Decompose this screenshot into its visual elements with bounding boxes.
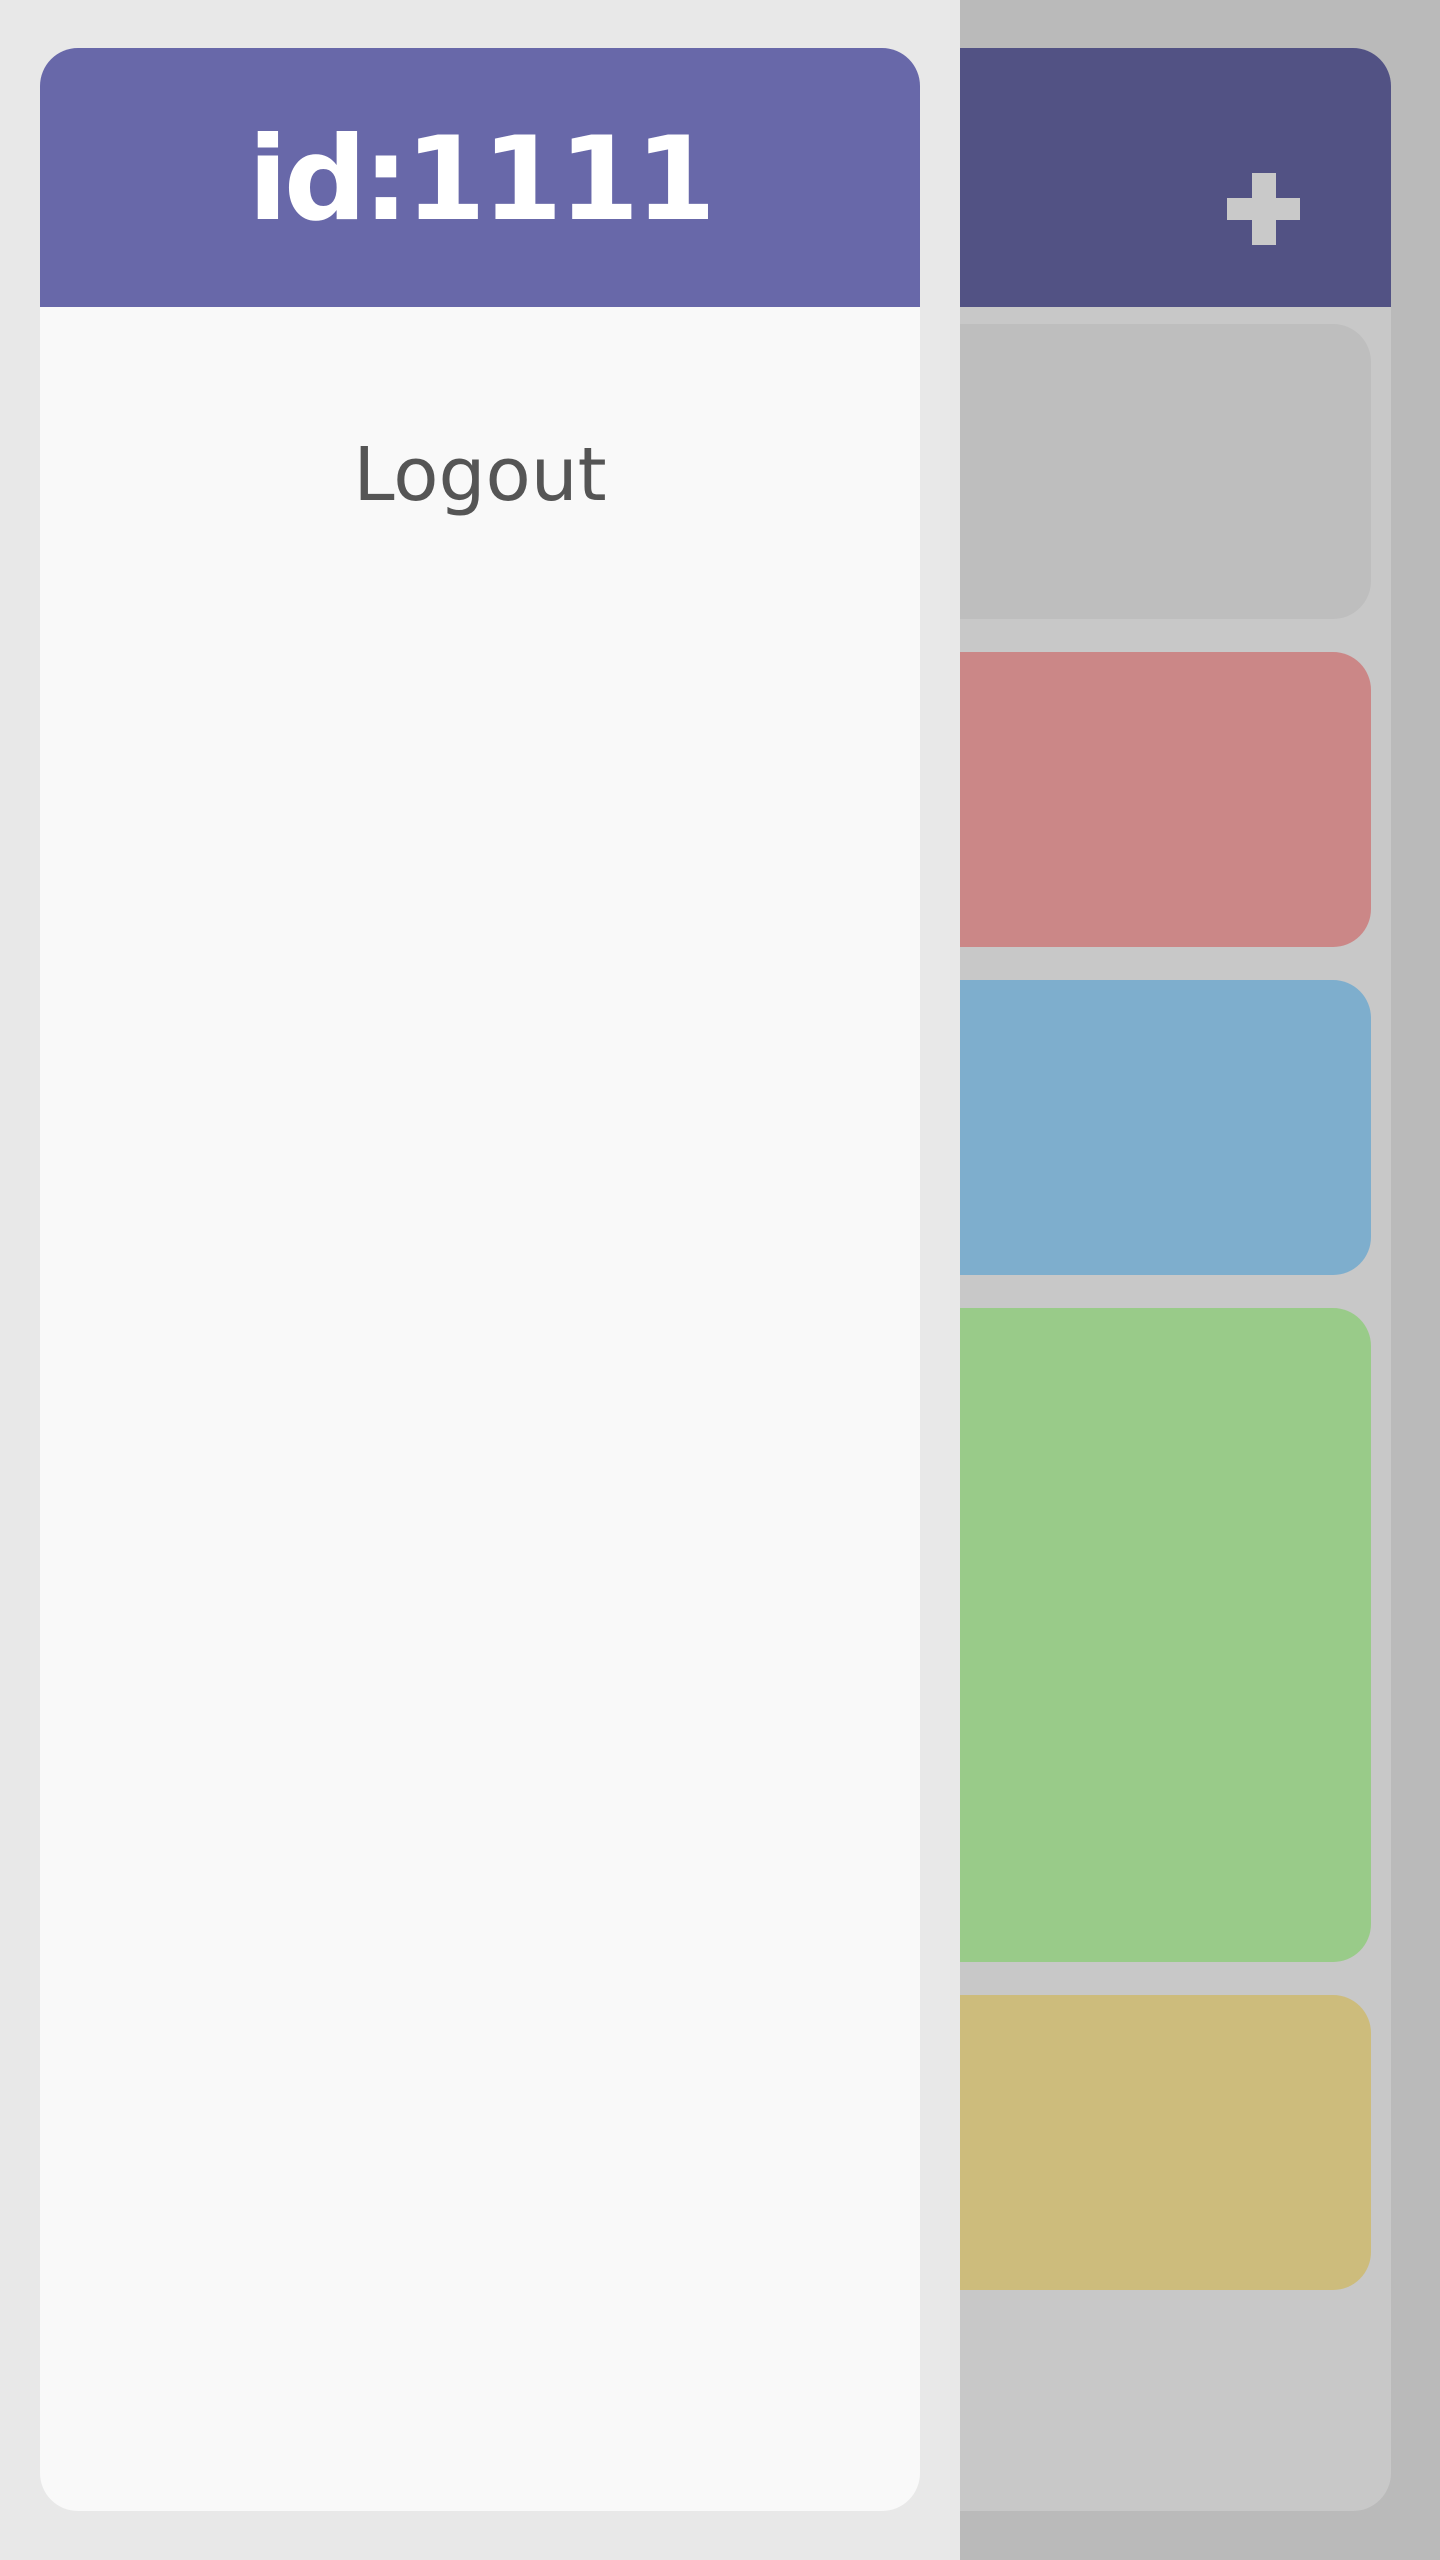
navigation-drawer: id:1111 Logout (0, 0, 960, 2560)
logout-button[interactable]: Logout (40, 438, 920, 512)
user-id-label: id:1111 (247, 111, 716, 247)
plus-icon-stroke (1252, 173, 1276, 245)
drawer-panel: id:1111 Logout (40, 48, 920, 2511)
add-note-button[interactable] (1188, 148, 1338, 273)
drawer-header: id:1111 (40, 48, 920, 307)
screen: id:1111 Logout (0, 0, 1440, 2560)
